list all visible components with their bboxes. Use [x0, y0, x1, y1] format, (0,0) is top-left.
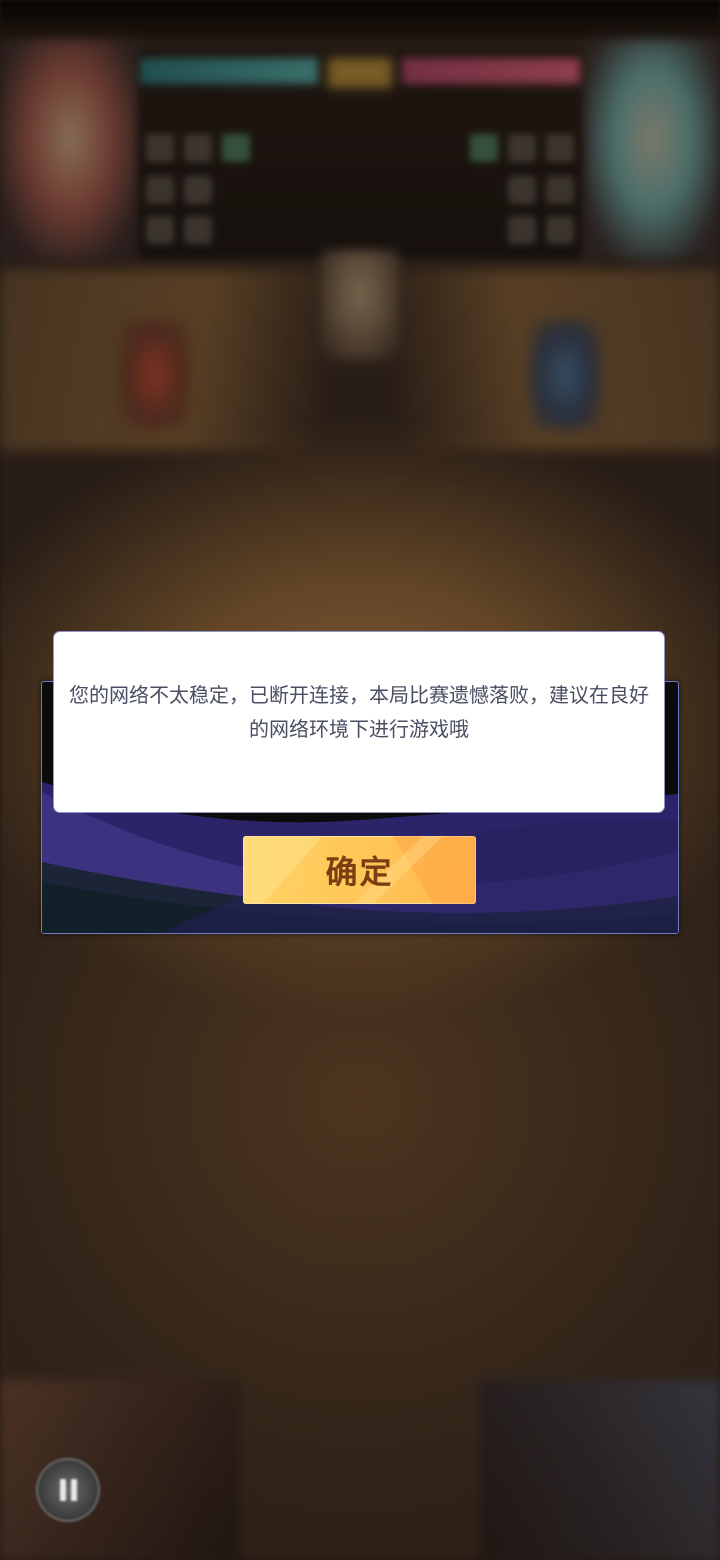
pause-icon	[59, 1479, 77, 1501]
confirm-button[interactable]: 确定	[243, 836, 476, 904]
game-screen: 您的网络不太稳定，已断开连接，本局比赛遗憾落败，建议在良好的网络环境下进行游戏哦…	[0, 0, 720, 1560]
pause-button[interactable]	[36, 1458, 100, 1522]
confirm-label: 确定	[325, 853, 394, 891]
dialog-message: 您的网络不太稳定，已断开连接，本局比赛遗憾落败，建议在良好的网络环境下进行游戏哦	[69, 683, 649, 741]
dialog-panel: 您的网络不太稳定，已断开连接，本局比赛遗憾落败，建议在良好的网络环境下进行游戏哦	[53, 631, 665, 813]
